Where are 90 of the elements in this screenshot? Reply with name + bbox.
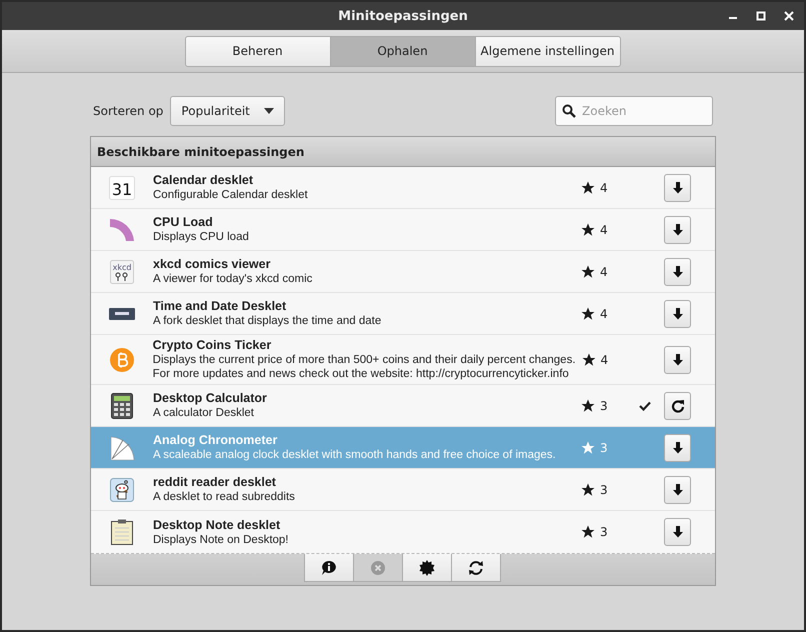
down-arrow-icon [672, 182, 684, 194]
desklet-title: Desktop Calculator [153, 391, 268, 406]
down-arrow-icon [672, 308, 684, 320]
rating-value: 4 [600, 264, 609, 278]
digital-clock-icon [109, 308, 135, 320]
star-icon [581, 440, 595, 454]
calendar-icon: 31 [109, 176, 135, 200]
download-button[interactable] [664, 518, 691, 546]
desklet-description: Displays CPU load [153, 230, 250, 244]
down-arrow-icon [672, 484, 684, 496]
desklet-row[interactable]: xkcd xkcd comics viewer A viewer for today's xkcd comic 4 [91, 251, 715, 293]
tab[interactable]: Algemene instellingen [474, 36, 620, 66]
download-button[interactable] [664, 174, 691, 202]
desklet-description: A fork desklet that displays the time and date [153, 314, 382, 328]
comic-icon: xkcd [110, 260, 134, 284]
rating-value: 3 [600, 398, 609, 412]
download-button[interactable] [664, 258, 691, 286]
rating-value: 3 [600, 525, 609, 539]
desklet-title: Time and Date Desklet [153, 299, 288, 314]
download-button[interactable] [664, 434, 691, 462]
protractor-clock-icon [109, 434, 135, 460]
gear-icon [419, 560, 435, 576]
desklet-title: reddit reader desklet [153, 475, 277, 490]
info-button[interactable] [304, 554, 354, 582]
info-icon [321, 560, 337, 576]
refresh-button[interactable] [451, 554, 501, 582]
desklet-description: Configurable Calendar desklet [153, 188, 309, 202]
search-field[interactable]: Zoeken [555, 96, 713, 126]
desklet-title: Calendar desklet [153, 173, 254, 188]
rating-value: 4 [600, 222, 609, 236]
desklet-row[interactable]: 31 Calendar desklet Configurable Calendar desklet 4 [91, 167, 715, 209]
circular-arrow-icon [670, 398, 684, 412]
rating-value: 3 [600, 440, 609, 454]
down-arrow-icon [672, 526, 684, 538]
desklet-title: xkcd comics viewer [153, 257, 272, 272]
tab[interactable]: Beheren [184, 36, 330, 66]
desklet-title: Analog Chronometer [153, 433, 278, 448]
desklet-description: A calculator Desklet [153, 406, 255, 420]
down-arrow-icon [672, 266, 684, 278]
desklet-description: For more updates and news check out the website: http://cryptocurrencyticker.info [152, 367, 570, 381]
star-icon [581, 222, 595, 236]
sort-label: Sorteren op [93, 104, 164, 118]
down-arrow-icon [672, 354, 684, 366]
star-icon [581, 264, 595, 278]
desklet-title: CPU Load [153, 215, 214, 230]
down-arrow-icon [672, 442, 684, 454]
desklet-row[interactable]: Desktop Note desklet Displays Note on Desktop! 3 [91, 511, 715, 553]
close-icon[interactable] [784, 11, 794, 21]
settings-button[interactable] [402, 554, 452, 582]
star-icon [581, 398, 595, 412]
search-icon [562, 104, 576, 118]
desklet-row[interactable]: reddit reader desklet A desklet to read subreddits 3 [91, 469, 715, 511]
desklet-description: Displays the current price of more than 500+ coins and their daily percent changes. [152, 353, 576, 367]
desklet-title: Crypto Coins Ticker [152, 338, 272, 353]
rating-value: 4 [600, 306, 609, 320]
desklet-title: Desktop Note desklet [153, 518, 282, 532]
desklet-description: A scaleable analog clock desklet with smooth hands and free choice of images. [153, 448, 557, 462]
calculator-icon [111, 392, 133, 418]
star-icon [582, 352, 596, 366]
robot-mascot-icon [110, 478, 134, 502]
window-title: Minitoepassingen [338, 8, 468, 24]
quarter-ring-icon [109, 218, 135, 242]
tab[interactable]: Ophalen [330, 36, 476, 66]
list-header: Beschikbare minitoepassingen [97, 144, 304, 158]
rating-value: 3 [600, 482, 609, 496]
bitcoin-icon [110, 348, 134, 372]
star-icon [581, 525, 595, 539]
maximize-icon[interactable] [756, 11, 766, 21]
desklet-row[interactable]: CPU Load Displays CPU load 4 [91, 209, 715, 251]
desklet-row[interactable]: Time and Date Desklet A fork desklet that displays the time and date 4 [91, 293, 715, 335]
remove-icon [371, 560, 385, 574]
download-button[interactable] [664, 346, 691, 374]
desklet-description: Displays Note on Desktop! [153, 532, 290, 546]
caret-icon [264, 108, 274, 114]
download-button[interactable] [664, 476, 691, 504]
sort-dropdown[interactable]: Populariteit [170, 96, 285, 126]
star-icon [581, 306, 595, 320]
desklet-description: A viewer for today's xkcd comic [153, 272, 314, 286]
download-button[interactable] [664, 300, 691, 328]
star-icon [581, 482, 595, 496]
notepad-icon [111, 519, 133, 545]
desklet-description: A desklet to read subreddits [153, 490, 296, 504]
download-button[interactable] [664, 216, 691, 244]
refresh-button[interactable] [664, 392, 691, 420]
down-arrow-icon [672, 224, 684, 236]
rating-value: 4 [600, 180, 609, 194]
refresh-icon [468, 560, 484, 576]
desklet-row[interactable]: Crypto Coins Ticker Displays the current price of more than 500+ coins and their daily percent changes. For more updates and news check out the website: http://cryptocurrencyticker.info 4 [91, 335, 715, 385]
rating-value: 4 [600, 352, 610, 366]
star-icon [581, 180, 595, 194]
